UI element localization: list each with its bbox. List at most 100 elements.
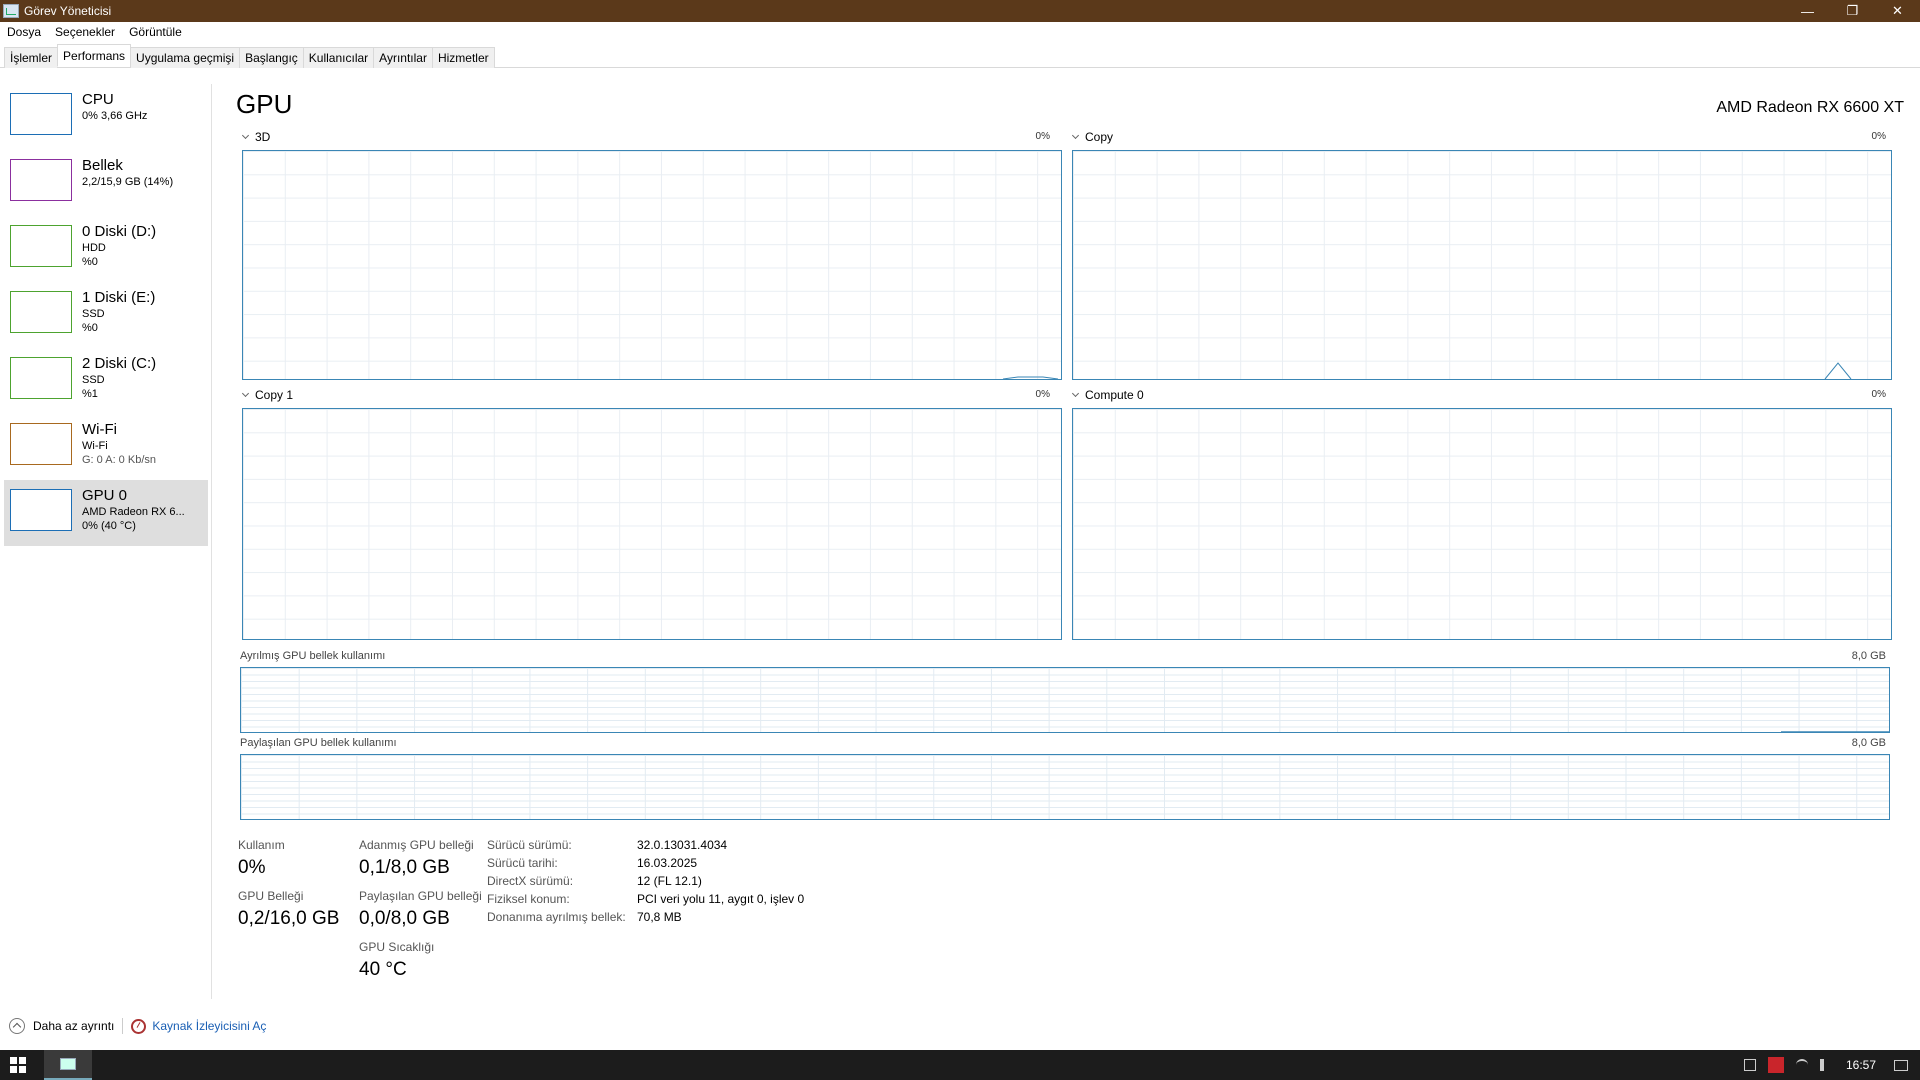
detail-value: 16.03.2025 (637, 856, 698, 870)
engine-selector-copy[interactable]: Copy (1072, 130, 1113, 144)
detail-key: Sürücü sürümü: (487, 838, 572, 852)
tab-users[interactable]: Kullanıcılar (302, 47, 375, 68)
window-title: Görev Yöneticisi (24, 4, 112, 18)
wifi-thumbnail-graph (10, 423, 72, 465)
sidebar-item-detail: SSD (82, 308, 105, 320)
fewer-details-button[interactable]: Daha az ayrıntı (33, 1019, 114, 1033)
sidebar-item-disk-d[interactable]: 0 Diski (D:) HDD %0 (0, 216, 211, 282)
engine-label: Copy 1 (255, 388, 294, 402)
dedicated-memory-max: 8,0 GB (1851, 650, 1886, 662)
task-manager-icon (60, 1058, 76, 1070)
gpu-panel: GPU AMD Radeon RX 6600 XT 3D 0% Copy 0% … (236, 84, 1904, 999)
engine-graph-copy (1072, 150, 1892, 380)
sidebar-item-detail: 2,2/15,9 GB (14%) (82, 176, 174, 188)
minimize-button[interactable]: — (1785, 0, 1830, 22)
window-controls: — ❐ ✕ (1785, 0, 1920, 22)
tab-services[interactable]: Hizmetler (431, 47, 495, 68)
open-resource-monitor-link[interactable]: Kaynak İzleyicisini Aç (152, 1019, 266, 1033)
footer-divider (122, 1018, 124, 1034)
dedicated-memory-graph (240, 667, 1890, 733)
detail-value: 12 (FL 12.1) (637, 874, 702, 888)
engine-graph-compute0 (1072, 408, 1892, 640)
graph-trace (1781, 731, 1889, 733)
graph-trace (1002, 376, 1059, 380)
gpu-thumbnail-graph (10, 489, 72, 531)
menu-options[interactable]: Seçenekler (48, 25, 122, 39)
menu-bar: Dosya Seçenekler Görüntüle (0, 22, 1920, 42)
detail-value: PCI veri yolu 11, aygıt 0, işlev 0 (637, 892, 805, 906)
task-manager-icon (3, 4, 19, 18)
disk-c-thumbnail-graph (10, 357, 72, 399)
network-icon[interactable] (1795, 1059, 1808, 1071)
tab-processes[interactable]: İşlemler (4, 47, 59, 68)
chevron-down-icon (242, 133, 250, 141)
sidebar-item-detail: 0% (40 °C) (82, 520, 136, 532)
taskbar-clock[interactable]: 16:57 (1846, 1058, 1876, 1072)
shared-memory-max: 8,0 GB (1851, 737, 1886, 749)
engine-percent-max: 0% (1035, 131, 1050, 142)
chevron-up-circle-icon[interactable] (9, 1018, 25, 1034)
sidebar-item-detail: G: 0 A: 0 Kb/sn (82, 454, 156, 466)
notification-center-icon[interactable] (1894, 1059, 1908, 1071)
sidebar-item-cpu[interactable]: CPU 0% 3,66 GHz (0, 84, 211, 150)
stat-value: 40 °C (359, 959, 407, 980)
sidebar-item-label: GPU 0 (82, 487, 128, 504)
chevron-down-icon (1072, 391, 1080, 399)
sidebar-item-detail: 0% 3,66 GHz (82, 110, 148, 122)
volume-icon[interactable] (1819, 1059, 1832, 1071)
sidebar-item-wifi[interactable]: Wi-Fi Wi-Fi G: 0 A: 0 Kb/sn (0, 414, 211, 480)
engine-percent-max: 0% (1871, 131, 1886, 142)
title-bar: Görev Yöneticisi — ❐ ✕ (0, 0, 1920, 22)
sidebar-item-detail: Wi-Fi (82, 440, 108, 452)
sidebar-item-gpu0[interactable]: GPU 0 AMD Radeon RX 6... 0% (40 °C) (4, 480, 208, 546)
engine-graph-copy1 (242, 408, 1062, 640)
sidebar-item-detail: %0 (82, 256, 98, 268)
sidebar-item-label: 1 Diski (E:) (82, 289, 156, 306)
stat-dedicated-memory: Adanmış GPU belleği 0,1/8,0 GB (359, 838, 474, 880)
menu-file[interactable]: Dosya (0, 25, 48, 39)
stat-label: Kullanım (238, 838, 285, 852)
maximize-button[interactable]: ❐ (1830, 0, 1875, 22)
tab-app-history[interactable]: Uygulama geçmişi (130, 47, 241, 68)
stat-label: Paylaşılan GPU belleği (359, 889, 482, 903)
stat-label: GPU Sıcaklığı (359, 940, 435, 954)
engine-selector-3d[interactable]: 3D (242, 130, 270, 144)
detail-value: 32.0.13031.4034 (637, 838, 728, 852)
sidebar-item-label: Wi-Fi (82, 421, 117, 438)
tablet-mode-icon[interactable] (1743, 1059, 1756, 1071)
shared-memory-graph (240, 754, 1890, 820)
engine-selector-copy1[interactable]: Copy 1 (242, 388, 293, 402)
detail-value: 70,8 MB (637, 910, 682, 924)
performance-sidebar: CPU 0% 3,66 GHz Bellek 2,2/15,9 GB (14%)… (0, 84, 212, 999)
menu-view[interactable]: Görüntüle (122, 25, 189, 39)
detail-key: Sürücü tarihi: (487, 856, 558, 870)
tab-details[interactable]: Ayrıntılar (373, 47, 433, 68)
graph-trace (1824, 362, 1852, 380)
tab-startup[interactable]: Başlangıç (239, 47, 304, 68)
stat-gpu-temperature: GPU Sıcaklığı 40 °C (359, 940, 434, 982)
stat-usage: Kullanım 0% (238, 838, 285, 880)
engine-selector-compute0[interactable]: Compute 0 (1072, 388, 1144, 402)
stat-gpu-memory: GPU Belleği 0,2/16,0 GB (238, 889, 339, 931)
engine-label: 3D (255, 130, 271, 144)
sidebar-item-label: 2 Diski (C:) (82, 355, 157, 372)
shared-memory-label: Paylaşılan GPU bellek kullanımı (240, 737, 397, 749)
cpu-thumbnail-graph (10, 93, 72, 135)
sidebar-item-detail: AMD Radeon RX 6... (82, 506, 185, 518)
stat-label: Adanmış GPU belleği (359, 838, 474, 852)
sidebar-item-label: Bellek (82, 157, 123, 174)
close-button[interactable]: ✕ (1875, 0, 1920, 22)
footer-bar: Daha az ayrıntı Kaynak İzleyicisini Aç (0, 1012, 1920, 1040)
tab-performance[interactable]: Performans (57, 44, 132, 67)
sidebar-item-disk-c[interactable]: 2 Diski (C:) SSD %1 (0, 348, 211, 414)
sidebar-item-detail: HDD (82, 242, 106, 254)
stat-shared-memory: Paylaşılan GPU belleği 0,0/8,0 GB (359, 889, 482, 931)
chevron-down-icon (242, 391, 250, 399)
engine-label: Copy (1085, 130, 1114, 144)
taskbar-task-manager-button[interactable] (44, 1050, 92, 1080)
amd-software-icon[interactable] (1767, 1057, 1784, 1073)
windows-start-icon[interactable] (10, 1057, 26, 1073)
sidebar-item-memory[interactable]: Bellek 2,2/15,9 GB (14%) (0, 150, 211, 216)
stat-label: GPU Belleği (238, 889, 304, 903)
sidebar-item-disk-e[interactable]: 1 Diski (E:) SSD %0 (0, 282, 211, 348)
